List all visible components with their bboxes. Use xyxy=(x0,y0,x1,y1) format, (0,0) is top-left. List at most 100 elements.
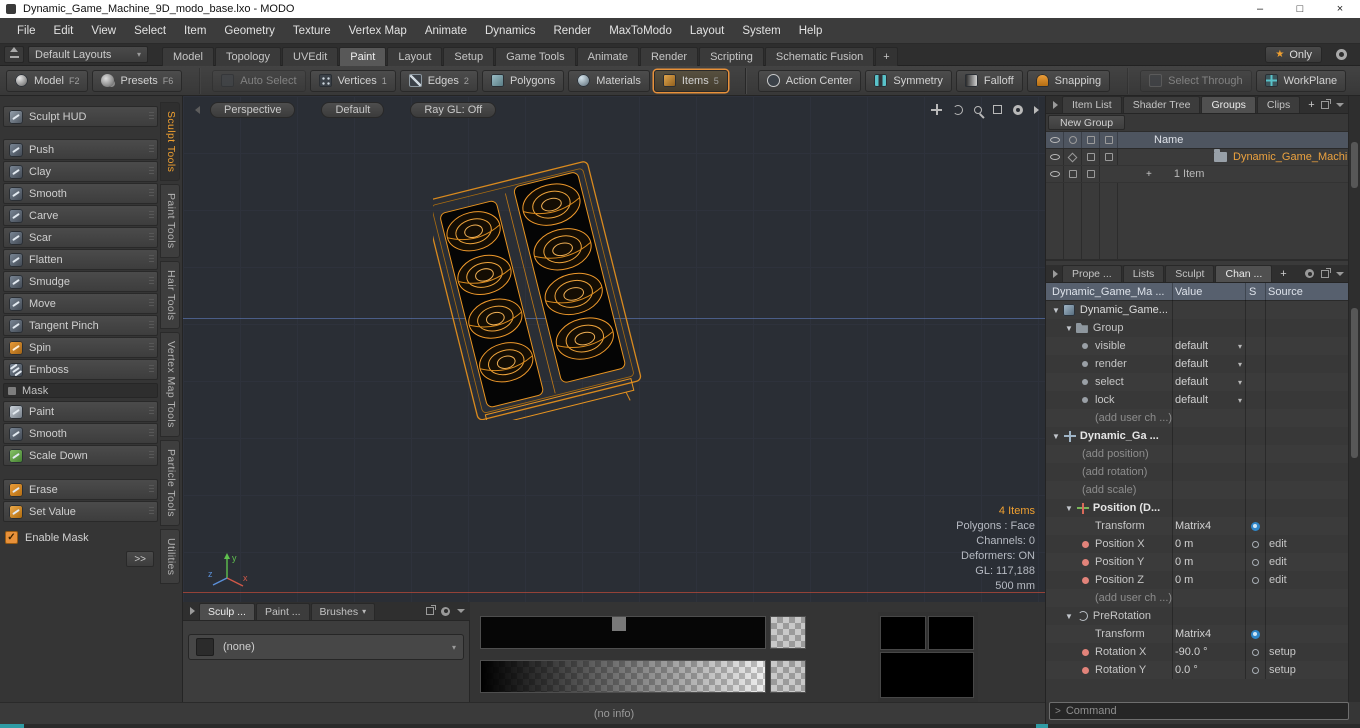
toolbar-button[interactable]: Materials xyxy=(568,69,650,92)
channel-row[interactable]: (add scale) xyxy=(1046,481,1349,499)
group-toggle[interactable] xyxy=(1082,149,1100,165)
group-row[interactable]: Dynamic_Game_Machine_ ... xyxy=(1046,149,1349,166)
toolbar-button[interactable]: Model F2 xyxy=(6,69,89,92)
channel-row[interactable]: lock default ▾ xyxy=(1046,391,1349,409)
command-input[interactable] xyxy=(1065,705,1343,717)
brush-panel-tab[interactable]: Paint ... xyxy=(255,602,310,620)
channel-state-cell[interactable] xyxy=(1247,648,1263,656)
channel-row[interactable]: Position Z 0 m edit xyxy=(1046,571,1349,589)
maximize-viewport-icon[interactable] xyxy=(993,105,1002,114)
menu-item[interactable]: View xyxy=(82,18,125,44)
channels-panel-tab[interactable]: Lists xyxy=(1122,265,1165,282)
toolbar-button[interactable]: Vertices 1 xyxy=(309,69,396,92)
channel-name-header[interactable]: Dynamic_Game_Ma ... xyxy=(1046,286,1164,298)
toolbar-button[interactable]: Falloff xyxy=(955,69,1023,92)
menu-item[interactable]: Dynamics xyxy=(476,18,544,44)
channel-row[interactable]: Rotation X -90.0 ° setup xyxy=(1046,643,1349,661)
sculpt-tool-button[interactable]: Flatten xyxy=(3,249,158,270)
menu-item[interactable]: Edit xyxy=(45,18,83,44)
panel-menu-icon[interactable] xyxy=(1336,102,1344,107)
channel-row[interactable]: Position Y 0 m edit xyxy=(1046,553,1349,571)
zoom-icon[interactable] xyxy=(974,105,982,114)
tool-category-tab[interactable]: Vertex Map Tools xyxy=(160,332,180,438)
toolbar-button[interactable]: Polygons xyxy=(481,69,565,92)
channel-row[interactable]: visible default ▾ xyxy=(1046,337,1349,355)
pan-icon[interactable] xyxy=(931,104,942,115)
channel-row[interactable]: ▼ PreRotation xyxy=(1046,607,1349,625)
mask-tool-button[interactable]: Smooth xyxy=(3,423,158,444)
gradient-strip-bottom[interactable] xyxy=(480,660,766,693)
layout-tab[interactable]: Model xyxy=(162,46,214,66)
expand-panel-icon[interactable] xyxy=(426,605,436,615)
toolbar-button[interactable]: Auto Select xyxy=(199,67,306,94)
texture-swatch[interactable] xyxy=(880,616,926,650)
menu-item[interactable]: Item xyxy=(175,18,215,44)
channel-row[interactable]: select default ▾ xyxy=(1046,373,1349,391)
channel-row[interactable]: Position X 0 m edit xyxy=(1046,535,1349,553)
gear-icon[interactable] xyxy=(1305,269,1314,278)
channel-value[interactable]: default ▾ xyxy=(1175,376,1245,388)
channel-state-cell[interactable] xyxy=(1247,629,1263,639)
expander-icon[interactable]: ▼ xyxy=(1065,504,1073,513)
projection-select[interactable]: Perspective xyxy=(210,102,296,118)
channel-state-cell[interactable] xyxy=(1247,540,1263,548)
visibility-toggle[interactable] xyxy=(1046,166,1064,182)
panel-menu-icon[interactable] xyxy=(1336,271,1344,276)
orbit-icon[interactable] xyxy=(953,104,963,115)
value-header[interactable]: Value xyxy=(1175,286,1202,298)
expand-plus-icon[interactable]: + xyxy=(1146,169,1152,180)
sculpt-tool-button[interactable]: Carve xyxy=(3,205,158,226)
expander-icon[interactable]: ▼ xyxy=(1052,432,1060,441)
channel-row[interactable]: render default ▾ xyxy=(1046,355,1349,373)
expand-panel-icon[interactable] xyxy=(1321,267,1331,278)
brush-preset-select[interactable]: (none) ▾ xyxy=(188,634,464,660)
channels-panel-tab[interactable]: Prope ... xyxy=(1062,265,1122,282)
channel-state-cell[interactable] xyxy=(1247,558,1263,566)
channel-row[interactable]: (add user ch ...) xyxy=(1046,589,1349,607)
channel-value[interactable]: 0 m xyxy=(1175,556,1245,568)
add-tab-button[interactable]: + xyxy=(1276,268,1290,280)
alpha-checker-swatch[interactable] xyxy=(770,616,806,649)
toolbar-button[interactable]: Select Through xyxy=(1127,67,1252,94)
layout-tab[interactable]: Layout xyxy=(387,46,443,66)
visibility-toggle[interactable] xyxy=(1046,149,1064,165)
viewport-settings-icon[interactable] xyxy=(1013,104,1023,115)
toggle-column-header[interactable] xyxy=(1100,132,1118,148)
texture-swatch[interactable] xyxy=(928,616,974,650)
mask-section-header[interactable]: Mask xyxy=(3,383,158,398)
shading-select[interactable]: Default xyxy=(321,102,385,118)
layout-tab[interactable]: Render xyxy=(639,46,699,66)
sculpt-tool-button[interactable]: Tangent Pinch xyxy=(3,315,158,336)
expand-panel-icon[interactable] xyxy=(1321,98,1331,109)
toolbar-button[interactable]: Snapping xyxy=(1026,69,1111,92)
channel-value[interactable]: Matrix4 xyxy=(1175,520,1245,532)
toolbar-button[interactable]: WorkPlane xyxy=(1255,69,1347,92)
sculpt-tool-button[interactable]: Move xyxy=(3,293,158,314)
groups-panel-tab[interactable]: Item List xyxy=(1062,96,1122,113)
channel-row[interactable]: (add rotation) xyxy=(1046,463,1349,481)
tool-category-tab[interactable]: Particle Tools xyxy=(160,440,180,526)
scrollbar-thumb[interactable] xyxy=(1351,142,1358,188)
groups-panel-tab[interactable]: Groups xyxy=(1201,96,1256,113)
model-wireframe[interactable] xyxy=(433,160,663,420)
sculpt-tool-button[interactable]: Emboss xyxy=(3,359,158,380)
channel-row[interactable]: (add position) xyxy=(1046,445,1349,463)
tool-category-tab[interactable]: Paint Tools xyxy=(160,184,180,258)
groups-panel-tab[interactable]: Shader Tree xyxy=(1122,96,1201,113)
group-toggle[interactable] xyxy=(1100,149,1118,165)
layout-tab[interactable]: Paint xyxy=(339,46,387,66)
more-tools-button[interactable]: >> xyxy=(126,551,154,567)
layouts-button[interactable] xyxy=(4,46,24,63)
menu-item[interactable]: System xyxy=(733,18,789,44)
expander-icon[interactable]: ▼ xyxy=(1052,306,1060,315)
source-header[interactable]: Source xyxy=(1268,286,1303,298)
channel-state-cell[interactable] xyxy=(1247,576,1263,584)
mask-value-button[interactable]: Set Value xyxy=(3,501,158,522)
add-tab-button[interactable]: + xyxy=(1304,99,1318,111)
toolbar-button[interactable]: Presets F6 xyxy=(92,69,183,92)
toolbar-button[interactable]: Action Center xyxy=(744,67,862,94)
viewport-handle-icon[interactable] xyxy=(195,106,200,114)
texture-swatch[interactable] xyxy=(880,652,974,698)
sculpt-hud-button[interactable]: Sculpt HUD xyxy=(3,106,158,127)
layout-settings-button[interactable] xyxy=(1328,49,1354,60)
